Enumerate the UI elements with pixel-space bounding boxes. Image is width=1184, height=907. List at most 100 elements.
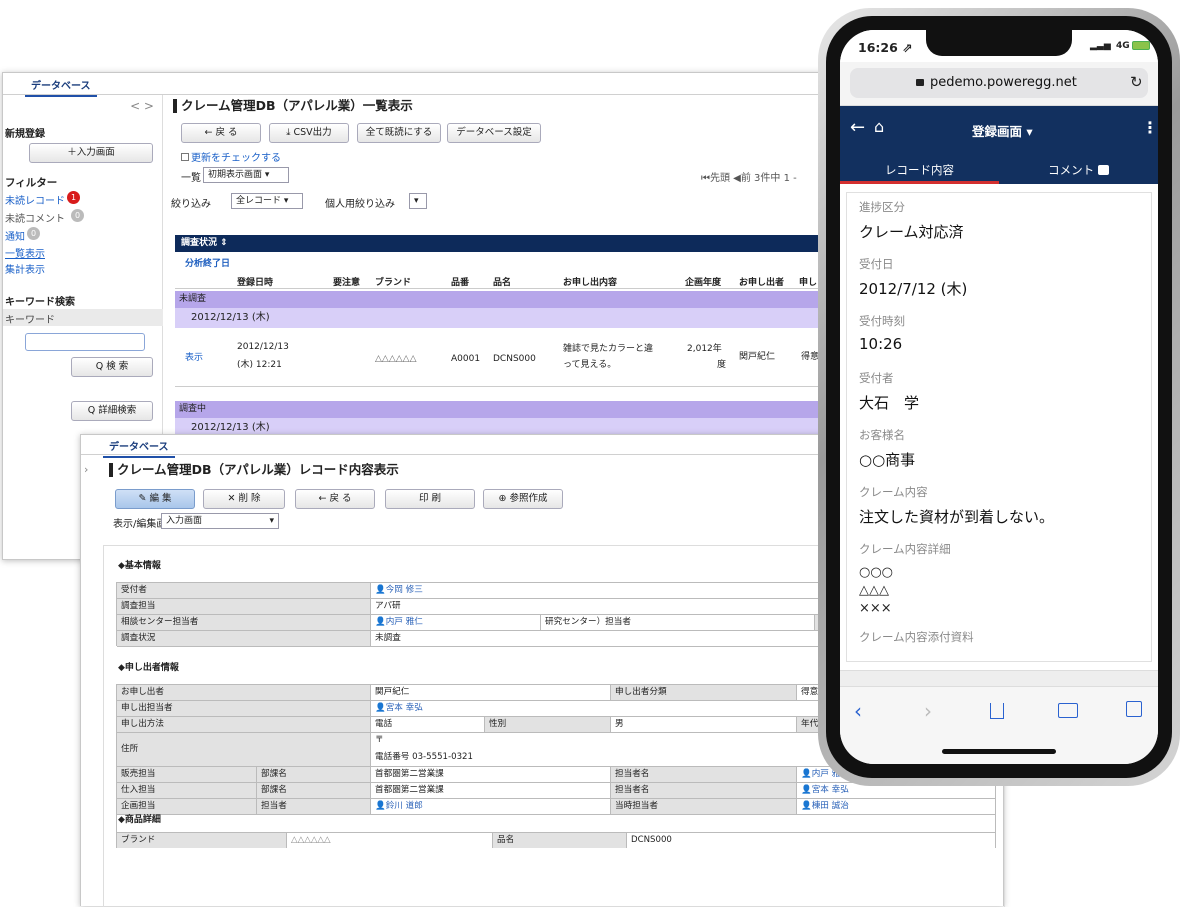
paging-controls[interactable]: ⏮先頭 ◀前 3件中 1 - [701, 169, 797, 184]
field-label: 受付日 [859, 257, 894, 271]
network-type: 4G [1116, 41, 1130, 51]
db-settings-button[interactable]: データベース設定 [447, 123, 541, 143]
col-more: 申し [799, 278, 818, 288]
plan-current-name: 棟田 誠治 [811, 801, 849, 811]
check-update-link[interactable]: 更新をチェックする [181, 149, 281, 164]
filter-heading: フィルター [5, 177, 58, 189]
unread-record-link[interactable]: 未読レコード [5, 192, 65, 207]
brand-label: ブランド [117, 833, 287, 848]
product-table: ブランド △△△△△△ 品名 DCNS000 [116, 832, 996, 848]
detail-line: △△△ [859, 583, 889, 598]
forward-nav-icon[interactable]: › [924, 699, 932, 723]
status-header-bar[interactable]: 調査状況 ⇕ [175, 235, 861, 252]
list-title-text: クレーム管理DB（アパレル業）一覧表示 [181, 98, 413, 113]
gender-label: 性別 [485, 717, 611, 732]
sales-dept-value: 首都圏第二営業課 [371, 767, 611, 782]
bookmarks-icon[interactable] [1058, 703, 1078, 718]
sales-label: 販売担当 [117, 767, 257, 782]
group-row-uninvestigated: 未調査 [175, 291, 861, 308]
field-value: クレーム対応済 [859, 223, 964, 241]
investigator-label: 調査担当 [117, 599, 371, 614]
plan-person-label: 担当者 [257, 799, 371, 814]
show-record-link[interactable]: 表示 [185, 352, 203, 364]
detail-search-button[interactable]: Q 詳細検索 [71, 401, 153, 421]
unread-comment-text[interactable]: 未読コメント [5, 210, 65, 225]
table-column-headers: 登録日時 要注意 ブランド 品番 品名 お申し出内容 企画年度 お申し出者 申し [175, 271, 861, 289]
tab-database[interactable]: データベース [25, 77, 97, 97]
receiver-name: 今岡 修三 [385, 585, 423, 595]
back-button[interactable]: ← 戻 る [295, 489, 375, 509]
list-view-link[interactable]: 一覧表示 [5, 245, 45, 260]
chevron-down-icon: ▾ [414, 196, 419, 206]
search-button[interactable]: Q 検 索 [71, 357, 153, 377]
delete-label: ✕ 削 除 [227, 493, 261, 504]
product-name-label: 品名 [493, 833, 627, 848]
field-value: 10:26 [859, 335, 903, 353]
initial-view-select[interactable]: 初期表示画面 ▾ [203, 167, 289, 183]
tab-active-underline [840, 181, 999, 184]
consultant-value[interactable]: 👤内戸 雅仁 [371, 615, 541, 630]
field-value: 注文した資材が到着しない。 [859, 508, 1055, 526]
group2-text: 調査中 [179, 404, 207, 414]
home-icon[interactable]: ⌂ [874, 117, 884, 136]
list-label: 一覧 [181, 173, 201, 184]
more-vertical-icon[interactable]: ⋮ [1142, 118, 1158, 137]
stock-person-name: 宮本 幸弘 [811, 785, 849, 795]
browser-bar: pedemo.poweregg.net ↻ [840, 62, 1158, 106]
view-select-value: 入力画面 [166, 516, 203, 526]
stock-dept-label: 部課名 [257, 783, 371, 798]
plan-current-value[interactable]: 👤棟田 誠治 [797, 799, 997, 814]
summary-view-link[interactable]: 集計表示 [5, 261, 45, 276]
card-separator [840, 670, 1158, 686]
tab-comment[interactable]: コメント [999, 162, 1158, 178]
nav-arrows[interactable]: < > [130, 99, 154, 113]
delete-button[interactable]: ✕ 削 除 [203, 489, 285, 509]
print-button[interactable]: 印 刷 [385, 489, 475, 509]
stock-person-label: 担当者名 [611, 783, 797, 798]
back-nav-icon[interactable]: ‹ [854, 699, 862, 723]
status-bar: 16:26 ⇗ ▂▃▅ 4G [840, 30, 1158, 62]
sales-dept-label: 部課名 [257, 767, 371, 782]
initial-view-value: 初期表示画面 [208, 170, 263, 180]
plan-current-label: 当時担当者 [611, 799, 797, 814]
col-year: 企画年度 [685, 278, 722, 288]
col-brand: ブランド [375, 278, 412, 288]
keyword-search-heading: キーワード検索 [5, 297, 75, 308]
filter-label: 絞り込み [171, 199, 211, 210]
filter-select[interactable]: 全レコード ▾ [231, 193, 303, 209]
attachment-label: クレーム内容添付資料 [859, 630, 974, 644]
claim-staff-name: 宮本 幸弘 [385, 703, 423, 713]
back-arrow-icon[interactable]: ← [850, 117, 865, 138]
keyword-input[interactable] [25, 333, 145, 351]
tab-record-content[interactable]: レコード内容 [840, 162, 999, 178]
back-button[interactable]: ← 戻 る [181, 123, 261, 143]
plan-person-value[interactable]: 👤鈴川 道郎 [371, 799, 611, 814]
tabs-icon[interactable] [1126, 701, 1142, 717]
col-datetime: 登録日時 [237, 278, 274, 288]
mark-all-read-button[interactable]: 全て既読にする [357, 123, 441, 143]
col-caution: 要注意 [333, 278, 361, 288]
csv-button[interactable]: ⤓ CSV出力 [269, 123, 349, 143]
record-tab-database[interactable]: データベース [103, 438, 175, 458]
view-select[interactable]: 入力画面 ▾ [161, 513, 279, 529]
field-value: 2012/7/12 (木) [859, 280, 968, 298]
personal-filter-select[interactable]: ▾ [409, 193, 427, 209]
plan-person-name: 鈴川 道郎 [385, 801, 423, 811]
screen-title[interactable]: 登録画面 ▾ [972, 121, 1033, 140]
notify-link[interactable]: 通知 [5, 228, 25, 243]
row-datetime-1: 2012/12/13 [237, 342, 289, 352]
share-icon[interactable] [990, 703, 1004, 719]
reload-icon[interactable]: ↻ [1130, 73, 1143, 91]
unread-comment-badge: 0 [71, 209, 84, 222]
signal-icon: ▂▃▅ [1090, 41, 1111, 51]
date2-text: 2012/12/13 (木) [191, 422, 270, 433]
chevron-down-icon: ▾ [269, 516, 274, 526]
record-title-text: クレーム管理DB（アパレル業）レコード内容表示 [117, 462, 399, 477]
clock: 16:26 ⇗ [858, 40, 913, 55]
input-screen-button[interactable]: ＋入力画面 [29, 143, 153, 163]
collapse-arrow[interactable]: › [84, 463, 88, 476]
reference-create-button[interactable]: ⊕ 参照作成 [483, 489, 563, 509]
row-content-1: 雑誌で見たカラーと違 [563, 344, 654, 354]
list-tabbar: データベース [3, 73, 859, 97]
edit-button[interactable]: ✎ 編 集 [115, 489, 195, 509]
